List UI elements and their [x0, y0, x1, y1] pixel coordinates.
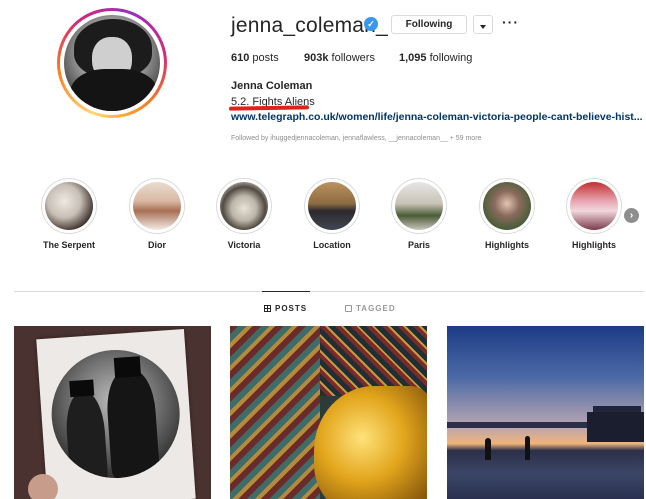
post-thumbnail[interactable]	[14, 326, 211, 499]
tab-tagged-label: TAGGED	[356, 304, 396, 313]
red-underline-annotation	[228, 105, 310, 111]
followers-count: 903k	[304, 52, 329, 64]
post-thumbnail[interactable]	[447, 326, 644, 499]
tab-posts-label: POSTS	[275, 304, 308, 313]
highlight-ring	[41, 178, 97, 234]
highlight-dior[interactable]: Dior	[122, 178, 192, 250]
top-hat-right	[113, 356, 142, 378]
silhouette-person	[485, 438, 491, 460]
highlight-highlights-2[interactable]: Highlights	[559, 178, 629, 250]
avatar-gap	[60, 11, 164, 115]
photo-card	[36, 329, 196, 499]
following-button[interactable]: Following	[391, 15, 467, 34]
followed-by-text[interactable]: Followed by ihuggedjennacoleman, jennafl…	[231, 135, 481, 142]
golden-statue	[314, 386, 427, 499]
profile-avatar[interactable]	[57, 8, 167, 118]
highlight-label: Highlights	[485, 240, 529, 250]
highlight-the-serpent[interactable]: The Serpent	[34, 178, 104, 250]
profile-link[interactable]: www.telegraph.co.uk/women/life/jenna-col…	[231, 111, 643, 123]
highlight-cover	[483, 182, 531, 230]
highlight-ring	[566, 178, 622, 234]
highlight-highlights-1[interactable]: Highlights	[472, 178, 542, 250]
post-thumbnail[interactable]	[230, 326, 427, 499]
highlight-paris[interactable]: Paris	[384, 178, 454, 250]
ellipsis-icon[interactable]: ···	[502, 14, 519, 30]
highlight-label: Dior	[148, 240, 166, 250]
highlight-ring	[129, 178, 185, 234]
tabs-divider	[14, 291, 644, 292]
stat-followers[interactable]: 903k followers	[304, 52, 375, 64]
highlight-cover	[220, 182, 268, 230]
pier-building	[587, 412, 644, 442]
highlight-label: Location	[313, 240, 351, 250]
suggested-dropdown-button[interactable]	[473, 15, 493, 34]
highlight-cover	[133, 182, 181, 230]
highlight-ring	[216, 178, 272, 234]
figure-right	[104, 369, 161, 479]
followers-label: followers	[331, 52, 375, 64]
highlight-ring	[391, 178, 447, 234]
active-tab-indicator	[262, 291, 310, 292]
tag-icon	[345, 305, 352, 312]
highlight-location[interactable]: Location	[297, 178, 367, 250]
verified-badge-icon: ✓	[364, 17, 378, 31]
chevron-right-icon[interactable]: ›	[624, 208, 639, 223]
following-label: following	[429, 52, 473, 64]
profile-full-name: Jenna Coleman	[231, 80, 313, 92]
figure-left	[64, 390, 109, 483]
following-count: 1,095	[399, 52, 427, 64]
chevron-down-icon	[480, 25, 486, 29]
highlight-victoria[interactable]: Victoria	[209, 178, 279, 250]
highlight-label: The Serpent	[42, 240, 95, 250]
top-hat-left	[69, 379, 95, 398]
highlight-label: Paris	[407, 240, 431, 250]
silhouette-person	[525, 436, 530, 460]
highlight-cover	[308, 182, 356, 230]
posts-label: posts	[252, 52, 279, 64]
stat-posts: 610 posts	[231, 52, 279, 64]
highlight-label: Victoria	[227, 240, 261, 250]
posts-count: 610	[231, 52, 250, 64]
tab-tagged[interactable]: TAGGED	[345, 304, 396, 313]
finger	[28, 474, 58, 499]
avatar-sweater	[70, 69, 158, 111]
highlight-ring	[304, 178, 360, 234]
highlight-cover	[45, 182, 93, 230]
grid-icon	[264, 305, 271, 312]
highlight-cover	[570, 182, 618, 230]
stat-following[interactable]: 1,095 following	[399, 52, 472, 64]
highlight-cover	[395, 182, 443, 230]
avatar-photo	[64, 15, 160, 111]
card-photo	[47, 345, 184, 483]
tab-posts[interactable]: POSTS	[264, 304, 307, 313]
highlight-label: Highlights	[572, 240, 616, 250]
mosaic-wall	[230, 326, 320, 499]
highlight-ring	[479, 178, 535, 234]
